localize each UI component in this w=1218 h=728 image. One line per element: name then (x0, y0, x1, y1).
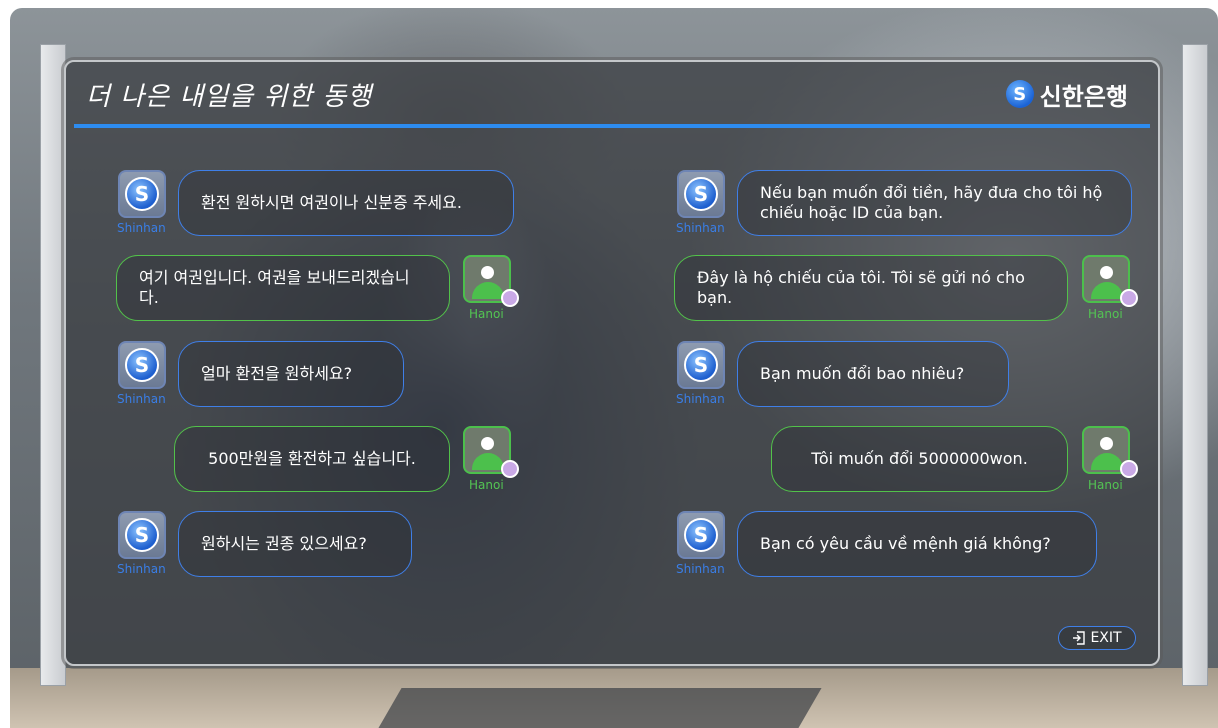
user-avatar (463, 426, 519, 478)
status-dot (1120, 289, 1138, 307)
shinhan-logo-icon: S (1005, 80, 1034, 108)
brand: S 신한은행 (1005, 78, 1128, 111)
shinhan-logo-icon: S (684, 518, 718, 552)
bank-avatar: S (118, 341, 166, 389)
bank-avatar: S (677, 511, 725, 559)
bank-avatar-label: Shinhan (117, 392, 166, 406)
message-bubble: 환전 원하시면 여권이나 신분증 주세요. (178, 170, 514, 236)
slogan: 더 나은 내일을 위한 동행 (86, 82, 373, 112)
message-text: Đây là hộ chiếu của tôi. Tôi sẽ gửi nó c… (697, 268, 1025, 307)
message-text: Tôi muốn đổi 5000000won. (811, 449, 1028, 468)
bank-avatar-label: Shinhan (117, 562, 166, 576)
shinhan-logo-icon: S (125, 348, 159, 382)
bank-avatar: S (118, 170, 166, 218)
message-bubble: 500만원을 환전하고 싶습니다. (174, 426, 450, 492)
message-bubble: Nếu bạn muốn đổi tiền, hãy đưa cho tôi h… (737, 170, 1132, 236)
left-frame (40, 44, 66, 686)
brand-name: 신한은행 (1039, 82, 1128, 111)
shinhan-logo-icon: S (684, 348, 718, 382)
user-avatar (1082, 255, 1138, 307)
bank-avatar-label: Shinhan (117, 221, 166, 235)
shinhan-logo-icon: S (125, 518, 159, 552)
panel-header: 더 나은 내일을 위한 동행 S 신한은행 (66, 62, 1158, 124)
message-bubble: 여기 여권입니다. 여권을 보내드리겠습니다. (116, 255, 450, 321)
user-avatar (463, 255, 519, 307)
message-bubble: 원하시는 권종 있으세요? (178, 511, 412, 577)
message-text: Bạn có yêu cầu về mệnh giá không? (760, 534, 1051, 553)
message-bubble: Tôi muốn đổi 5000000won. (771, 426, 1068, 492)
header-divider (74, 124, 1150, 128)
status-dot (501, 460, 519, 478)
user-avatar-label: Hanoi (469, 307, 504, 321)
bank-avatar: S (677, 341, 725, 389)
right-frame (1182, 44, 1208, 686)
user-avatar-label: Hanoi (1088, 307, 1123, 321)
person-icon (1100, 437, 1113, 450)
message-text: 원하시는 권종 있으세요? (201, 534, 367, 553)
user-avatar-label: Hanoi (469, 478, 504, 492)
bank-avatar: S (118, 511, 166, 559)
status-dot (1120, 460, 1138, 478)
exit-icon (1073, 631, 1086, 645)
message-text: 500만원을 환전하고 싶습니다. (208, 449, 416, 468)
message-bubble: 얼마 환전을 원하세요? (178, 341, 404, 407)
message-text: Bạn muốn đổi bao nhiêu? (760, 364, 965, 383)
shinhan-logo-icon: S (125, 177, 159, 211)
message-bubble: Bạn muốn đổi bao nhiêu? (737, 341, 1009, 407)
message-text: 여기 여권입니다. 여권을 보내드리겠습니다. (139, 268, 410, 307)
person-icon (481, 437, 494, 450)
user-avatar-label: Hanoi (1088, 478, 1123, 492)
message-bubble: Bạn có yêu cầu về mệnh giá không? (737, 511, 1097, 577)
message-text: 얼마 환전을 원하세요? (201, 364, 353, 383)
exit-label: EXIT (1090, 630, 1122, 646)
status-dot (501, 289, 519, 307)
user-avatar (1082, 426, 1138, 478)
shinhan-logo-icon: S (684, 177, 718, 211)
bank-avatar-label: Shinhan (676, 392, 725, 406)
message-text: 환전 원하시면 여권이나 신분증 주세요. (201, 193, 462, 212)
keyboard (378, 688, 822, 728)
bank-avatar: S (677, 170, 725, 218)
bank-avatar-label: Shinhan (676, 562, 725, 576)
person-icon (1100, 266, 1113, 279)
bank-avatar-label: Shinhan (676, 221, 725, 235)
message-text: Nếu bạn muốn đổi tiền, hãy đưa cho tôi h… (760, 183, 1103, 222)
message-bubble: Đây là hộ chiếu của tôi. Tôi sẽ gửi nó c… (674, 255, 1068, 321)
person-icon (481, 266, 494, 279)
exit-button[interactable]: EXIT (1058, 626, 1136, 650)
